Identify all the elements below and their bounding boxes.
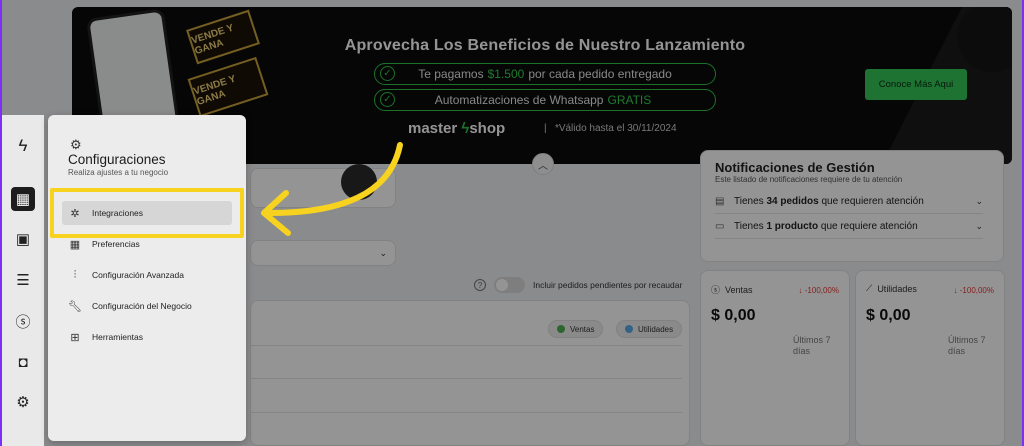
icon-sidebar: ϟ ▦ ▣ ☰ ⓢ ◘ ⚙ — [2, 115, 44, 446]
advanced-config-icon: ⫶ — [73, 268, 77, 281]
menu-item-label: Preferencias — [92, 239, 140, 249]
highlight-box — [50, 188, 244, 238]
dollar-icon[interactable]: ⓢ — [11, 309, 35, 333]
menu-item-label: Configuración Avanzada — [92, 270, 184, 280]
settings-panel: ⚙ Configuraciones Realiza ajustes a tu n… — [48, 115, 246, 441]
screen: VENDE Y GANA VENDE Y GANA Aprovecha Los … — [0, 0, 1024, 446]
panel-title: Configuraciones — [68, 152, 166, 167]
dashboard-icon[interactable]: ▦ — [11, 187, 35, 211]
logo-bolt-icon[interactable]: ϟ — [11, 134, 35, 158]
menu-item-label: Herramientas — [92, 332, 144, 342]
preferences-icon: ▦ — [69, 238, 81, 251]
frame-edge — [0, 0, 2, 446]
tools-icon: ⊞ — [70, 331, 80, 344]
wallet-icon[interactable]: ◘ — [11, 350, 35, 374]
wrench-icon: 🔧︎ — [68, 300, 82, 313]
orders-icon[interactable]: ☰ — [11, 268, 35, 292]
pointer-arrow — [261, 142, 403, 236]
menu-item-configuracion-avanzada[interactable]: ⫶ Configuración Avanzada — [62, 263, 232, 287]
gear-icon: ⚙ — [70, 137, 82, 152]
menu-item-label: Configuración del Negocio — [92, 301, 192, 311]
menu-item-herramientas[interactable]: ⊞ Herramientas — [62, 325, 232, 349]
menu-item-configuracion-negocio[interactable]: 🔧︎ Configuración del Negocio — [62, 294, 232, 318]
panel-subtitle: Realiza ajustes a tu negocio — [68, 168, 169, 177]
archive-icon[interactable]: ▣ — [11, 227, 35, 251]
gear-icon[interactable]: ⚙ — [11, 390, 35, 414]
